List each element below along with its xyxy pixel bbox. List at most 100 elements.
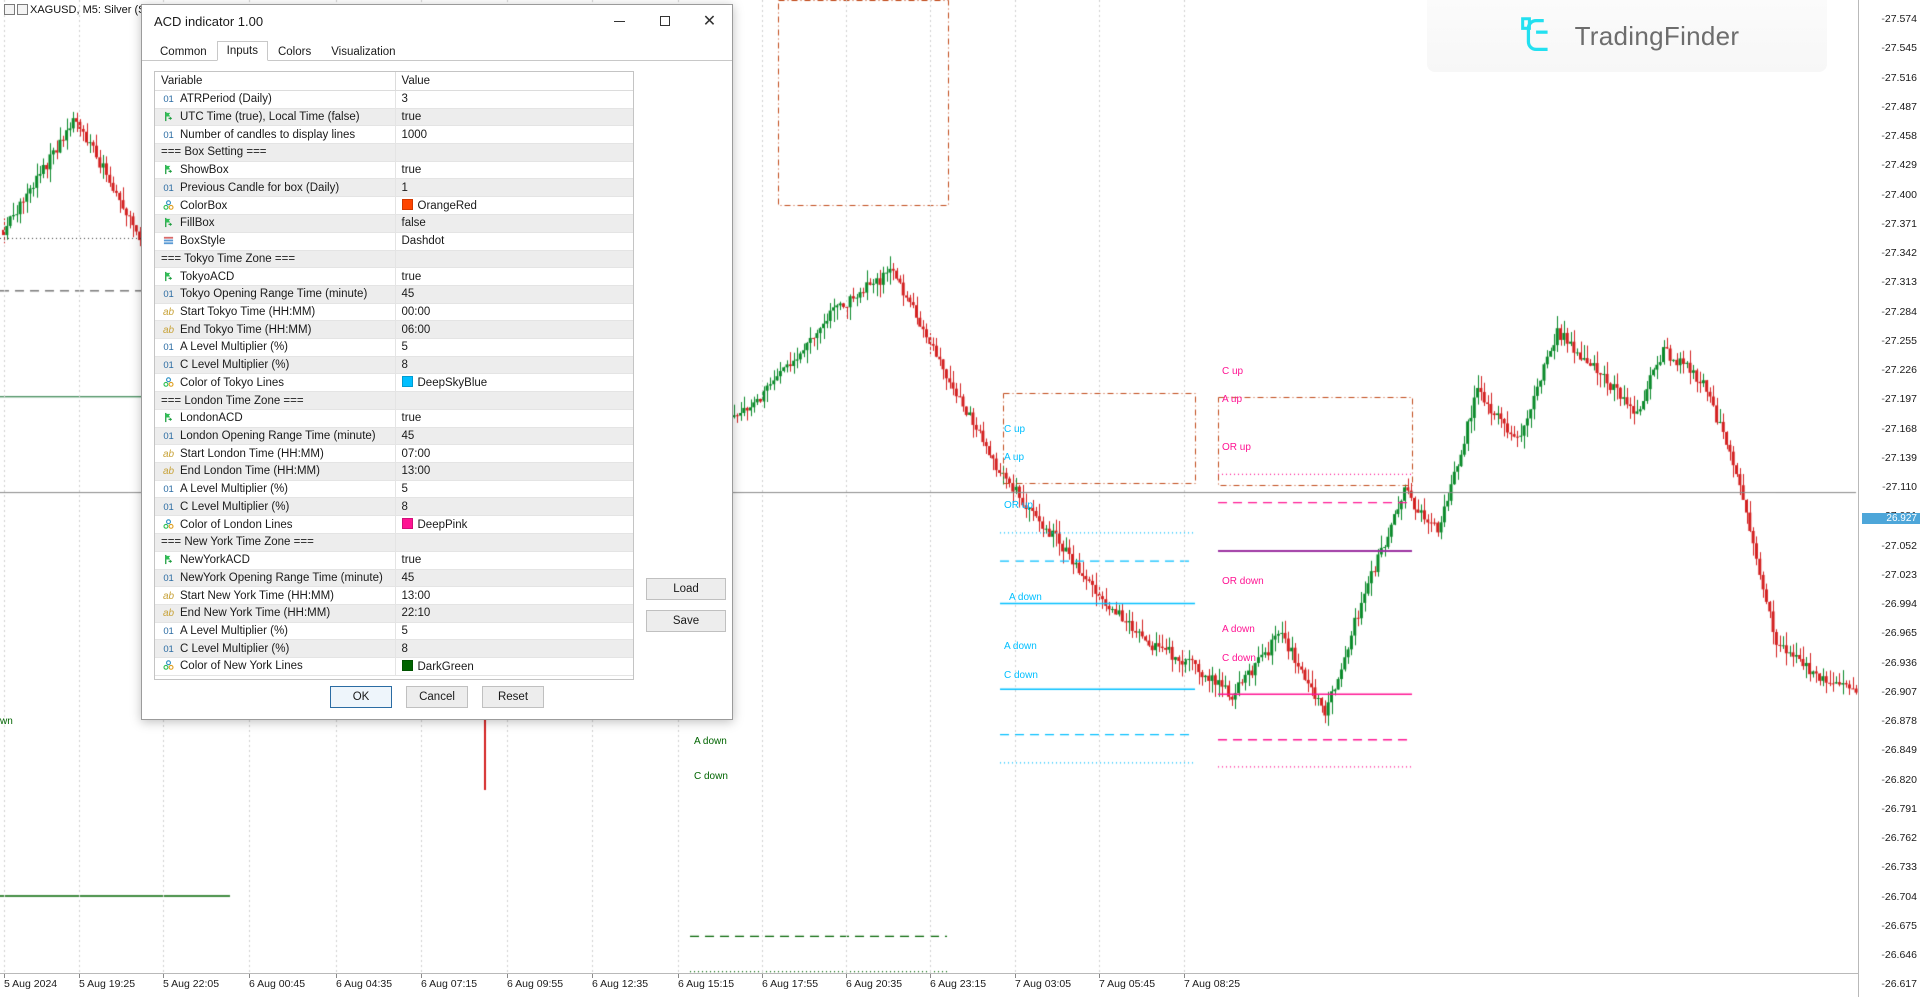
dialog-tabstrip[interactable]: CommonInputsColorsVisualization (142, 37, 732, 61)
table-row[interactable]: 01A Level Multiplier (%)5 (155, 622, 634, 640)
cell-value[interactable]: OrangeRed (395, 197, 634, 215)
cell-value[interactable]: DeepSkyBlue (395, 374, 634, 392)
acd-level-label: C up (1222, 366, 1243, 377)
minimize-button[interactable] (597, 6, 642, 37)
table-row[interactable]: abStart New York Time (HH:MM)13:00 (155, 587, 634, 605)
table-row[interactable]: TokyoACDtrue (155, 268, 634, 286)
table-row[interactable]: Color of New York LinesDarkGreen (155, 657, 634, 675)
cell-variable: === Tokyo Time Zone === (155, 250, 395, 268)
acd-indicator-properties-dialog[interactable]: ACD indicator 1.00 ✕ CommonInputsColorsV… (141, 4, 733, 720)
table-row[interactable]: abEnd New York Time (HH:MM)22:10 (155, 604, 634, 622)
tab-colors[interactable]: Colors (268, 42, 321, 61)
table-row[interactable]: UTC Time (true), Local Time (false) true (155, 108, 634, 126)
time-axis[interactable]: 5 Aug 20245 Aug 19:255 Aug 22:056 Aug 00… (0, 973, 1858, 997)
cell-value[interactable]: 5 (395, 480, 634, 498)
cell-value[interactable] (395, 534, 634, 552)
bool-type-icon (161, 164, 176, 176)
table-row[interactable]: 01A Level Multiplier (%)5 (155, 480, 634, 498)
cell-value[interactable]: true (395, 410, 634, 428)
table-section-row[interactable]: === New York Time Zone === (155, 534, 634, 552)
cell-value[interactable] (395, 144, 634, 162)
cell-value[interactable]: 8 (395, 356, 634, 374)
bool-type-icon (161, 554, 176, 566)
table-row[interactable]: abStart London Time (HH:MM)07:00 (155, 445, 634, 463)
cell-value[interactable]: 22:10 (395, 604, 634, 622)
table-row[interactable]: 01Number of candles to display lines1000 (155, 126, 634, 144)
cell-value[interactable]: true (395, 161, 634, 179)
price-axis[interactable]: -27.574-27.545-27.516-27.487-27.458-27.4… (1858, 0, 1920, 997)
bool-type-icon (161, 217, 176, 229)
ok-button[interactable]: OK (330, 686, 392, 708)
inputs-table-container[interactable]: Variable Value 01ATRPeriod (Daily)3UTC T… (154, 71, 634, 680)
close-button[interactable]: ✕ (687, 6, 732, 37)
cell-value[interactable]: true (395, 108, 634, 126)
value-label: OrangeRed (418, 200, 477, 212)
cell-value[interactable]: 3 (395, 91, 634, 109)
table-row[interactable]: Color of London LinesDeepPink (155, 516, 634, 534)
cell-value[interactable]: 5 (395, 338, 634, 356)
cell-value[interactable] (395, 250, 634, 268)
table-row[interactable]: 01Previous Candle for box (Daily)1 (155, 179, 634, 197)
table-row[interactable]: 01C Level Multiplier (%)8 (155, 356, 634, 374)
table-row[interactable]: ColorBoxOrangeRed (155, 197, 634, 215)
cell-value[interactable]: DeepPink (395, 516, 634, 534)
cell-value[interactable]: false (395, 215, 634, 233)
cell-variable: abStart Tokyo Time (HH:MM) (155, 303, 395, 321)
maximize-button[interactable] (642, 6, 687, 37)
cell-value[interactable]: 1 (395, 179, 634, 197)
table-row[interactable]: 01NewYork Opening Range Time (minute)45 (155, 569, 634, 587)
table-row[interactable]: abStart Tokyo Time (HH:MM)00:00 (155, 303, 634, 321)
tab-visualization[interactable]: Visualization (321, 42, 405, 61)
cell-value[interactable]: 13:00 (395, 463, 634, 481)
tab-common[interactable]: Common (150, 42, 217, 61)
cell-value[interactable]: 5 (395, 622, 634, 640)
cell-value[interactable]: 07:00 (395, 445, 634, 463)
chart-toolbar-icons (4, 4, 28, 15)
load-button[interactable]: Load (646, 578, 726, 600)
table-row[interactable]: FillBoxfalse (155, 215, 634, 233)
cell-value[interactable]: 06:00 (395, 321, 634, 339)
cancel-button[interactable]: Cancel (406, 686, 468, 708)
reset-button[interactable]: Reset (482, 686, 544, 708)
cell-value[interactable]: DarkGreen (395, 657, 634, 675)
table-row[interactable]: abEnd Tokyo Time (HH:MM)06:00 (155, 321, 634, 339)
cell-value[interactable]: true (395, 268, 634, 286)
cell-value[interactable]: 45 (395, 285, 634, 303)
cell-value[interactable]: Dashdot (395, 232, 634, 250)
variable-label: UTC Time (true), Local Time (false) (180, 111, 360, 123)
table-section-row[interactable]: === Box Setting === (155, 144, 634, 162)
table-row[interactable]: 01C Level Multiplier (%)8 (155, 640, 634, 658)
dialog-titlebar[interactable]: ACD indicator 1.00 ✕ (142, 5, 732, 37)
cell-value[interactable]: true (395, 551, 634, 569)
cell-value[interactable]: 1000 (395, 126, 634, 144)
price-tick: -27.545 (1881, 43, 1917, 53)
string-type-icon: ab (161, 449, 176, 460)
table-row[interactable]: 01Tokyo Opening Range Time (minute)45 (155, 285, 634, 303)
cell-variable: FillBox (155, 215, 395, 233)
inputs-table: Variable Value 01ATRPeriod (Daily)3UTC T… (155, 72, 634, 676)
table-section-row[interactable]: === London Time Zone === (155, 392, 634, 410)
table-row[interactable]: abEnd London Time (HH:MM)13:00 (155, 463, 634, 481)
tab-inputs[interactable]: Inputs (217, 41, 268, 61)
table-row[interactable]: 01C Level Multiplier (%)8 (155, 498, 634, 516)
string-type-icon: ab (161, 608, 176, 619)
table-row[interactable]: LondonACDtrue (155, 410, 634, 428)
save-button[interactable]: Save (646, 610, 726, 632)
cell-value[interactable]: 8 (395, 498, 634, 516)
table-row[interactable]: 01A Level Multiplier (%)5 (155, 338, 634, 356)
cell-value[interactable]: 00:00 (395, 303, 634, 321)
table-row[interactable]: BoxStyleDashdot (155, 232, 634, 250)
cell-value[interactable]: 13:00 (395, 587, 634, 605)
table-row[interactable]: Color of Tokyo LinesDeepSkyBlue (155, 374, 634, 392)
table-row[interactable]: NewYorkACDtrue (155, 551, 634, 569)
table-row[interactable]: 01London Opening Range Time (minute)45 (155, 427, 634, 445)
cell-value[interactable]: 8 (395, 640, 634, 658)
cell-value[interactable] (395, 392, 634, 410)
table-row[interactable]: 01ATRPeriod (Daily)3 (155, 91, 634, 109)
cell-value[interactable]: 45 (395, 427, 634, 445)
table-row[interactable]: ShowBoxtrue (155, 161, 634, 179)
cell-value[interactable]: 45 (395, 569, 634, 587)
time-tick-mark (79, 974, 80, 978)
table-section-row[interactable]: === Tokyo Time Zone === (155, 250, 634, 268)
time-tick: 7 Aug 05:45 (1099, 978, 1155, 990)
